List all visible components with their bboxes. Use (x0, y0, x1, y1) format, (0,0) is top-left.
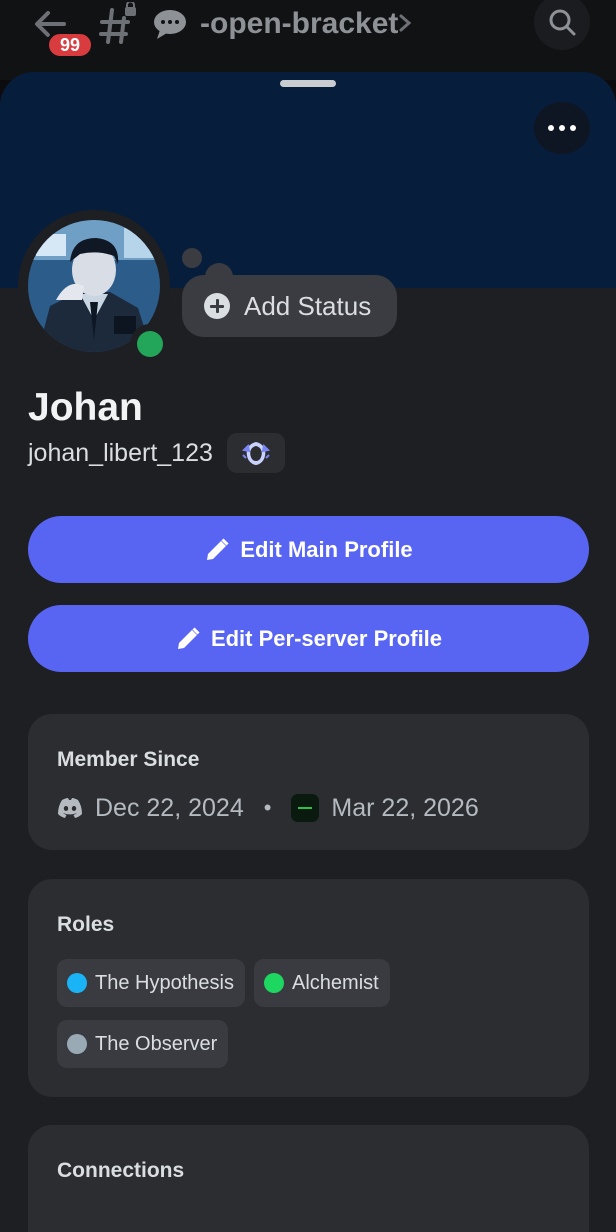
online-status-indicator (137, 331, 163, 357)
server-join-date: Mar 22, 2026 (331, 793, 479, 822)
pencil-icon (207, 537, 229, 560)
display-name: Johan (28, 386, 143, 429)
role-color-dot (67, 1034, 87, 1054)
unread-badge: 99 (46, 31, 94, 59)
role-color-dot (67, 973, 87, 993)
edit-main-profile-button[interactable]: Edit Main Profile (28, 516, 589, 583)
edit-main-profile-label: Edit Main Profile (240, 536, 413, 562)
discord-logo-icon (58, 798, 82, 818)
member-since-row: Dec 22, 2024 • Mar 22, 2026 (57, 788, 479, 828)
search-button[interactable] (534, 0, 590, 50)
edit-per-server-profile-button[interactable]: Edit Per-server Profile (28, 605, 589, 672)
chevron-right-icon[interactable] (396, 12, 414, 34)
more-options-button[interactable] (534, 102, 590, 154)
connections-card: Connections (28, 1125, 589, 1232)
role-name: The Hypothesis (95, 971, 234, 994)
speech-balloon-icon (154, 10, 186, 39)
role-color-dot (264, 973, 284, 993)
role-chip-the-observer[interactable]: The Observer (57, 1020, 229, 1068)
role-name: The Observer (95, 1032, 218, 1055)
add-status-label: Add Status (244, 290, 372, 321)
edit-per-server-profile-label: Edit Per-server Profile (210, 625, 443, 651)
member-since-title: Member Since (57, 748, 200, 771)
member-since-card: Member Since Dec 22, 2024 • Mar 22, 2026 (28, 714, 589, 850)
roles-title: Roles (57, 913, 115, 936)
channel-name[interactable]: -open-bracket (200, 6, 398, 42)
role-chip-the-hypothesis[interactable]: The Hypothesis (57, 959, 245, 1007)
drag-handle[interactable] (280, 80, 336, 87)
connections-title: Connections (57, 1159, 185, 1182)
roles-card: Roles The Hypothesis Alchemist The Obser… (28, 879, 589, 1097)
date-separator: • (263, 795, 272, 820)
server-icon (291, 794, 320, 822)
plus-circle-icon (204, 293, 230, 319)
add-status-button[interactable]: Add Status (182, 275, 397, 337)
search-icon (549, 9, 576, 36)
status-bubble-small (182, 248, 202, 268)
username[interactable]: johan_libert_123 (28, 439, 213, 468)
discord-join-date: Dec 22, 2024 (95, 793, 244, 822)
role-chip-alchemist[interactable]: Alchemist (254, 959, 390, 1007)
channel-header: 99 -open-bracket (0, 0, 616, 80)
username-row: johan_libert_123 (28, 432, 285, 474)
nitro-badge[interactable] (226, 433, 285, 473)
profile-sheet: Add Status Johan johan_libert_123 Edit M… (0, 72, 616, 1232)
locked-hash-icon (99, 2, 136, 44)
laurel-badge-icon (241, 442, 270, 465)
pencil-icon (177, 626, 200, 649)
role-name: Alchemist (292, 971, 379, 994)
more-dots-icon (548, 125, 554, 131)
